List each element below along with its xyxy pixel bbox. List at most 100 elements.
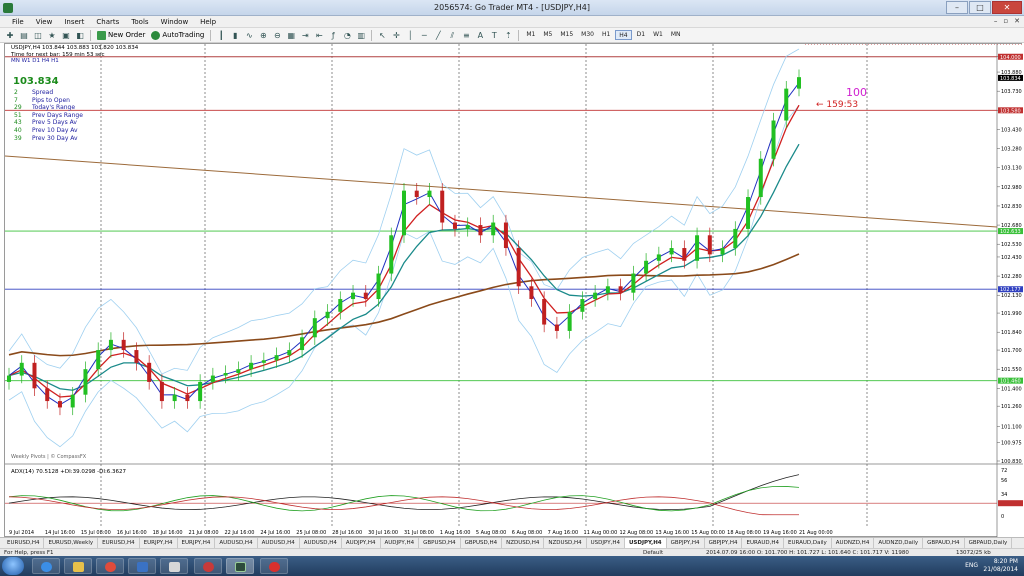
start-button[interactable] bbox=[2, 557, 24, 575]
candle-body bbox=[644, 260, 649, 274]
symbol-tab[interactable]: GBPUSD,H4 bbox=[461, 538, 503, 548]
timeframe-m30[interactable]: M30 bbox=[578, 30, 597, 40]
chart-window[interactable]: 104.000103.880103.730103.580103.430103.2… bbox=[4, 43, 1023, 538]
tester-icon[interactable]: ◧ bbox=[74, 30, 86, 41]
timeframe-w1[interactable]: W1 bbox=[650, 30, 666, 40]
zoom-in-icon[interactable]: ⊕ bbox=[257, 30, 269, 41]
bar-chart-icon[interactable]: ┃ bbox=[215, 30, 227, 41]
horizontal-line-icon[interactable]: ─ bbox=[418, 30, 430, 41]
timeframe-h1[interactable]: H1 bbox=[599, 30, 613, 40]
candle-body bbox=[414, 190, 419, 198]
indicators-icon[interactable]: ƒ bbox=[327, 30, 339, 41]
symbol-tab[interactable]: GBPJPY,H4 bbox=[667, 538, 705, 548]
symbol-tab[interactable]: AUDUSD,H4 bbox=[258, 538, 300, 548]
candle-body bbox=[771, 120, 776, 159]
price-chart[interactable]: 104.000103.880103.730103.580103.430103.2… bbox=[5, 44, 1023, 538]
menu-help[interactable]: Help bbox=[194, 16, 222, 27]
symbol-tab[interactable]: AUDNZD,Daily bbox=[874, 538, 924, 548]
candle-body bbox=[19, 362, 24, 376]
profiles-icon[interactable]: ▤ bbox=[18, 30, 30, 41]
candle-body bbox=[147, 362, 152, 382]
vertical-line-icon[interactable]: │ bbox=[404, 30, 416, 41]
mdi-restore-icon[interactable]: ▫ bbox=[1003, 17, 1008, 25]
symbol-tab[interactable]: AUDJPY,H4 bbox=[381, 538, 420, 548]
autotrading-button[interactable]: AutoTrading bbox=[148, 29, 207, 41]
arrows-icon[interactable]: ⇡ bbox=[502, 30, 514, 41]
language-indicator[interactable]: ENG bbox=[965, 562, 978, 570]
candlestick-icon[interactable]: ▮ bbox=[229, 30, 241, 41]
y-tick-label: 100.830 bbox=[1001, 459, 1022, 465]
symbol-tab[interactable]: EURAUD,Daily bbox=[784, 538, 832, 548]
x-tick-label: 21 Aug 00:00 bbox=[799, 530, 833, 536]
candle-body bbox=[172, 394, 177, 402]
menu-file[interactable]: File bbox=[6, 16, 30, 27]
fibonacci-icon[interactable]: ≡ bbox=[460, 30, 472, 41]
mail-taskbar-icon[interactable] bbox=[160, 558, 188, 574]
chrome-taskbar-icon[interactable] bbox=[96, 558, 124, 574]
app-taskbar-icon[interactable] bbox=[194, 558, 222, 574]
menu-insert[interactable]: Insert bbox=[58, 16, 90, 27]
chart-shift-icon[interactable]: ⇤ bbox=[313, 30, 325, 41]
trendline-icon[interactable]: ╱ bbox=[432, 30, 444, 41]
timeframe-d1[interactable]: D1 bbox=[634, 30, 648, 40]
symbol-tab[interactable]: GBPUSD,H4 bbox=[419, 538, 461, 548]
timeframe-m15[interactable]: M15 bbox=[557, 30, 576, 40]
crosshair-icon[interactable]: ✛ bbox=[390, 30, 402, 41]
symbol-tab[interactable]: EURUSD,Weekly bbox=[44, 538, 99, 548]
timeframe-m5[interactable]: M5 bbox=[540, 30, 555, 40]
new-order-button[interactable]: New Order bbox=[94, 29, 148, 41]
market-watch-icon[interactable]: ◫ bbox=[32, 30, 44, 41]
symbol-tab[interactable]: AUDJPY,H4 bbox=[342, 538, 381, 548]
templates-icon[interactable]: ▥ bbox=[355, 30, 367, 41]
snipping-taskbar-icon[interactable] bbox=[260, 558, 288, 574]
symbol-tab[interactable]: EURJPY,H4 bbox=[140, 538, 178, 548]
symbol-tab[interactable]: USDJPY,H4 bbox=[624, 538, 667, 548]
tile-icon[interactable]: ▦ bbox=[285, 30, 297, 41]
y-tick-label: 102.280 bbox=[1001, 274, 1022, 280]
minimize-button[interactable]: – bbox=[946, 1, 968, 14]
symbol-tab[interactable]: EURJPY,H4 bbox=[178, 538, 216, 548]
label-icon[interactable]: T bbox=[488, 30, 500, 41]
close-button[interactable]: ✕ bbox=[992, 1, 1022, 14]
terminal-icon[interactable]: ▣ bbox=[60, 30, 72, 41]
periods-icon[interactable]: ◔ bbox=[341, 30, 353, 41]
symbol-tab[interactable]: EURUSD,H4 bbox=[3, 538, 45, 548]
zoom-out-icon[interactable]: ⊖ bbox=[271, 30, 283, 41]
x-tick-label: 14 Jul 16:00 bbox=[45, 530, 75, 536]
explorer-taskbar-icon[interactable] bbox=[64, 558, 92, 574]
clock-date: 21/08/2014 bbox=[983, 566, 1018, 573]
new-chart-icon[interactable]: ✚ bbox=[4, 30, 16, 41]
timeframe-h4[interactable]: H4 bbox=[615, 30, 632, 40]
channel-icon[interactable]: ⫽ bbox=[446, 30, 458, 41]
mt4-taskbar-icon[interactable] bbox=[226, 558, 254, 574]
menu-window[interactable]: Window bbox=[155, 16, 195, 27]
line-chart-icon[interactable]: ∿ bbox=[243, 30, 255, 41]
timeframe-mn[interactable]: MN bbox=[668, 30, 684, 40]
symbol-tab[interactable]: NZDUSD,H4 bbox=[502, 538, 545, 548]
symbol-tab[interactable]: NZDUSD,H4 bbox=[544, 538, 587, 548]
timeframe-m1[interactable]: M1 bbox=[523, 30, 538, 40]
outlook-taskbar-icon[interactable] bbox=[128, 558, 156, 574]
symbol-tab[interactable]: GBPAUD,H4 bbox=[923, 538, 965, 548]
symbol-tab[interactable]: EURAUD,H4 bbox=[742, 538, 784, 548]
candle-body bbox=[784, 88, 789, 121]
mdi-close-icon[interactable]: ✕ bbox=[1014, 17, 1020, 25]
mdi-minimize-icon[interactable]: – bbox=[994, 17, 998, 25]
candle-body bbox=[720, 248, 725, 255]
symbol-tab[interactable]: EURUSD,H4 bbox=[98, 538, 140, 548]
menu-tools[interactable]: Tools bbox=[125, 16, 154, 27]
navigator-icon[interactable]: ★ bbox=[46, 30, 58, 41]
text-icon[interactable]: A bbox=[474, 30, 486, 41]
maximize-button[interactable]: □ bbox=[969, 1, 991, 14]
symbol-tab[interactable]: GBPJPY,H4 bbox=[705, 538, 743, 548]
ie-taskbar-icon[interactable] bbox=[32, 558, 60, 574]
symbol-tab[interactable]: USDJPY,H4 bbox=[587, 538, 625, 548]
symbol-tab[interactable]: AUDUSD,H4 bbox=[215, 538, 258, 548]
autoscroll-icon[interactable]: ⇥ bbox=[299, 30, 311, 41]
symbol-tab[interactable]: AUDUSD,H4 bbox=[300, 538, 342, 548]
cursor-icon[interactable]: ↖ bbox=[376, 30, 388, 41]
symbol-tab[interactable]: AUDNZD,H4 bbox=[832, 538, 875, 548]
menu-view[interactable]: View bbox=[30, 16, 59, 27]
symbol-tab[interactable]: GBPAUD,Daily bbox=[965, 538, 1013, 548]
menu-charts[interactable]: Charts bbox=[90, 16, 125, 27]
